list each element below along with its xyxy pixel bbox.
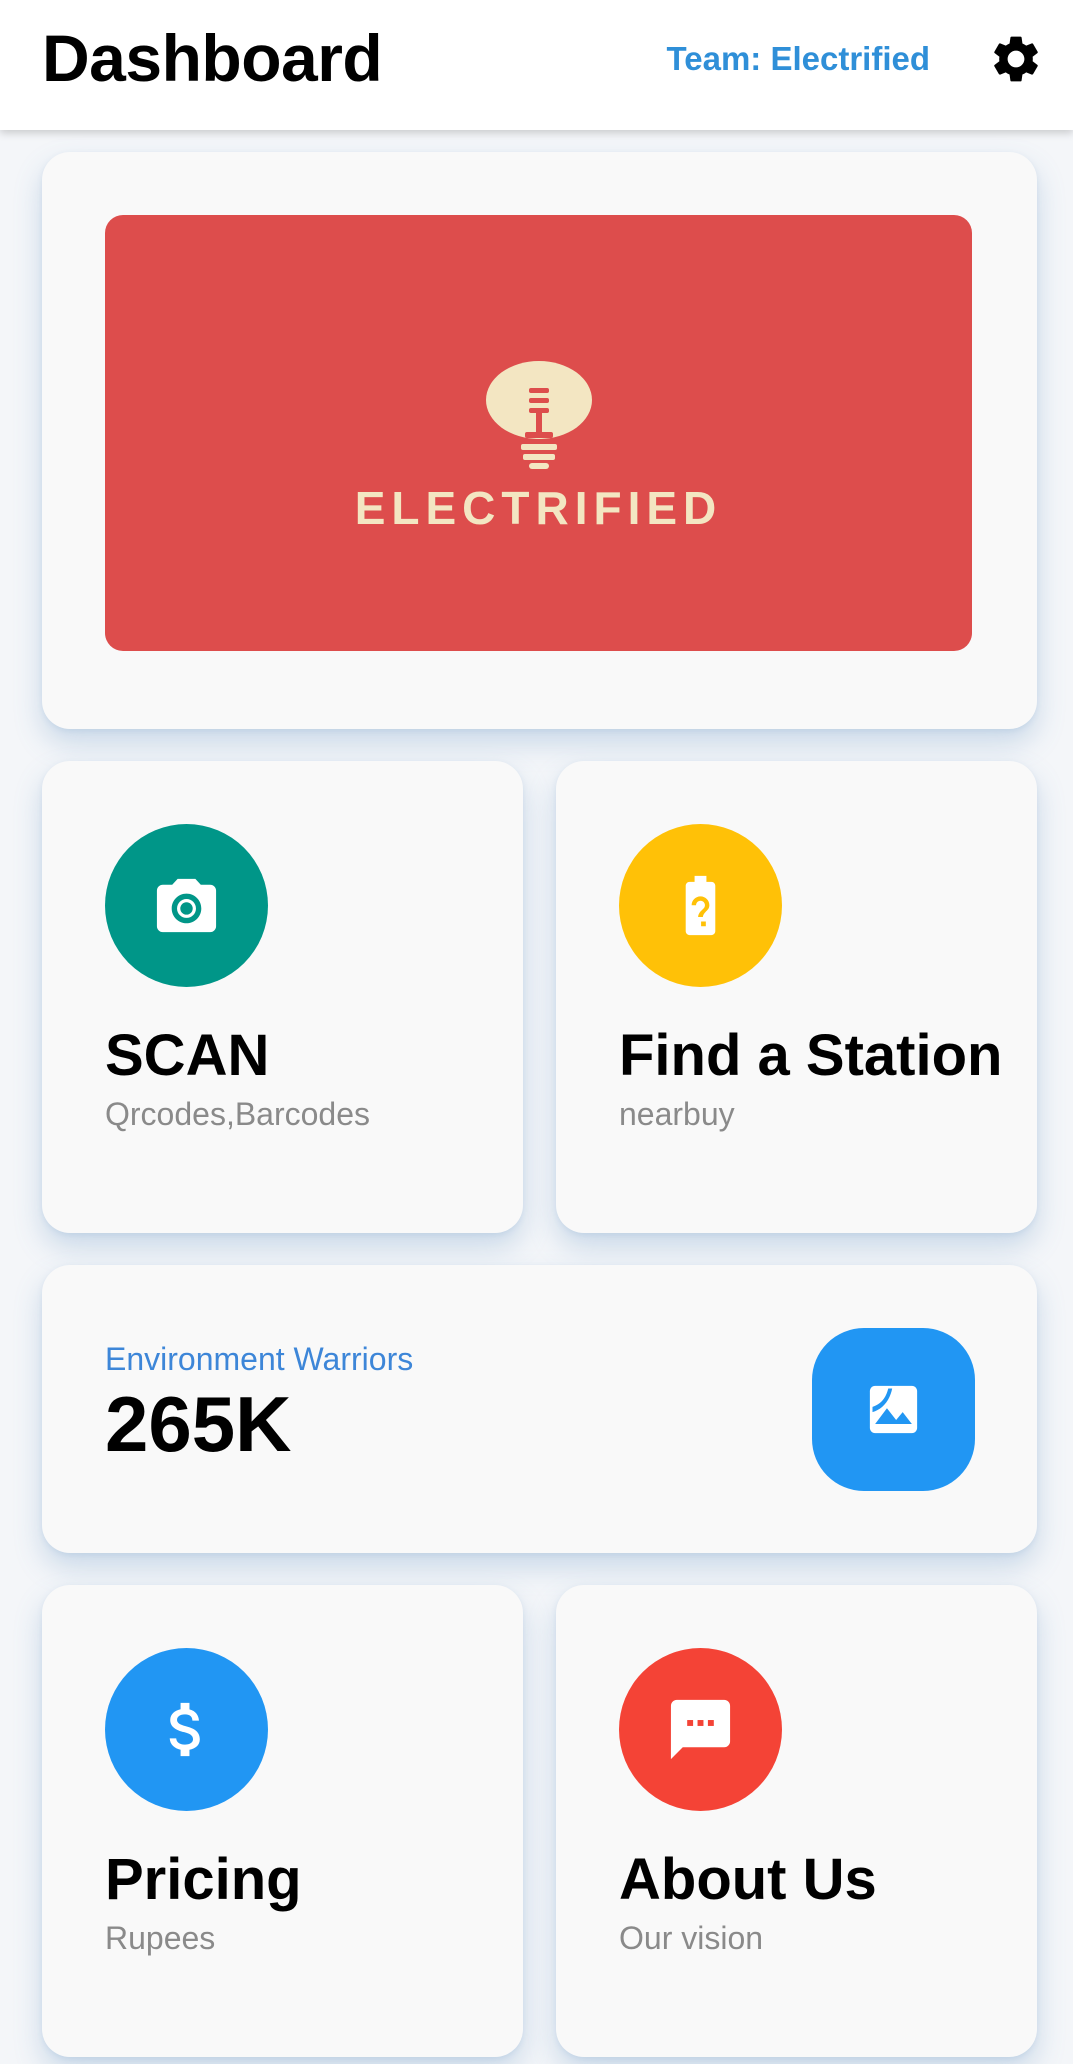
dollar-icon: [169, 1702, 200, 1757]
scan-title: SCAN: [105, 1023, 270, 1088]
gear-icon[interactable]: [988, 31, 1044, 87]
banner-card: ELECTRIFIED: [42, 152, 1037, 729]
app-bar: Dashboard Team: Electrified: [0, 0, 1073, 130]
image-icon: [869, 1385, 918, 1434]
pricing-title: Pricing: [105, 1847, 302, 1912]
environment-warriors-card: Environment Warriors 265K: [42, 1265, 1037, 1553]
station-subtitle: nearbuy: [619, 1096, 735, 1132]
battery-unknown-icon: [685, 875, 716, 936]
brand-wordmark: ELECTRIFIED: [354, 482, 723, 534]
stat-value: 265K: [105, 1380, 292, 1468]
station-title: Find a Station: [619, 1023, 1003, 1088]
about-icon-circle: [619, 1648, 782, 1811]
stat-label: Environment Warriors: [105, 1341, 414, 1377]
camera-icon: [156, 878, 217, 933]
find-station-tile[interactable]: Find a Station nearbuy: [556, 761, 1037, 1233]
about-subtitle: Our vision: [619, 1920, 764, 1956]
station-icon-circle: [619, 824, 782, 987]
message-icon: [670, 1699, 731, 1760]
stat-icon-button[interactable]: [812, 1328, 975, 1491]
page-title: Dashboard: [42, 21, 383, 95]
scan-tile[interactable]: SCAN Qrcodes,Barcodes: [42, 761, 523, 1233]
scan-subtitle: Qrcodes,Barcodes: [105, 1096, 371, 1132]
pricing-icon-circle: [105, 1648, 268, 1811]
about-us-tile[interactable]: About Us Our vision: [556, 1585, 1037, 2057]
scan-icon-circle: [105, 824, 268, 987]
about-title: About Us: [619, 1847, 877, 1912]
team-label[interactable]: Team: Electrified: [667, 34, 930, 84]
pricing-subtitle: Rupees: [105, 1920, 216, 1956]
brand-banner: ELECTRIFIED: [105, 215, 972, 651]
lightbulb-icon: [486, 361, 592, 469]
pricing-tile[interactable]: Pricing Rupees: [42, 1585, 523, 2057]
